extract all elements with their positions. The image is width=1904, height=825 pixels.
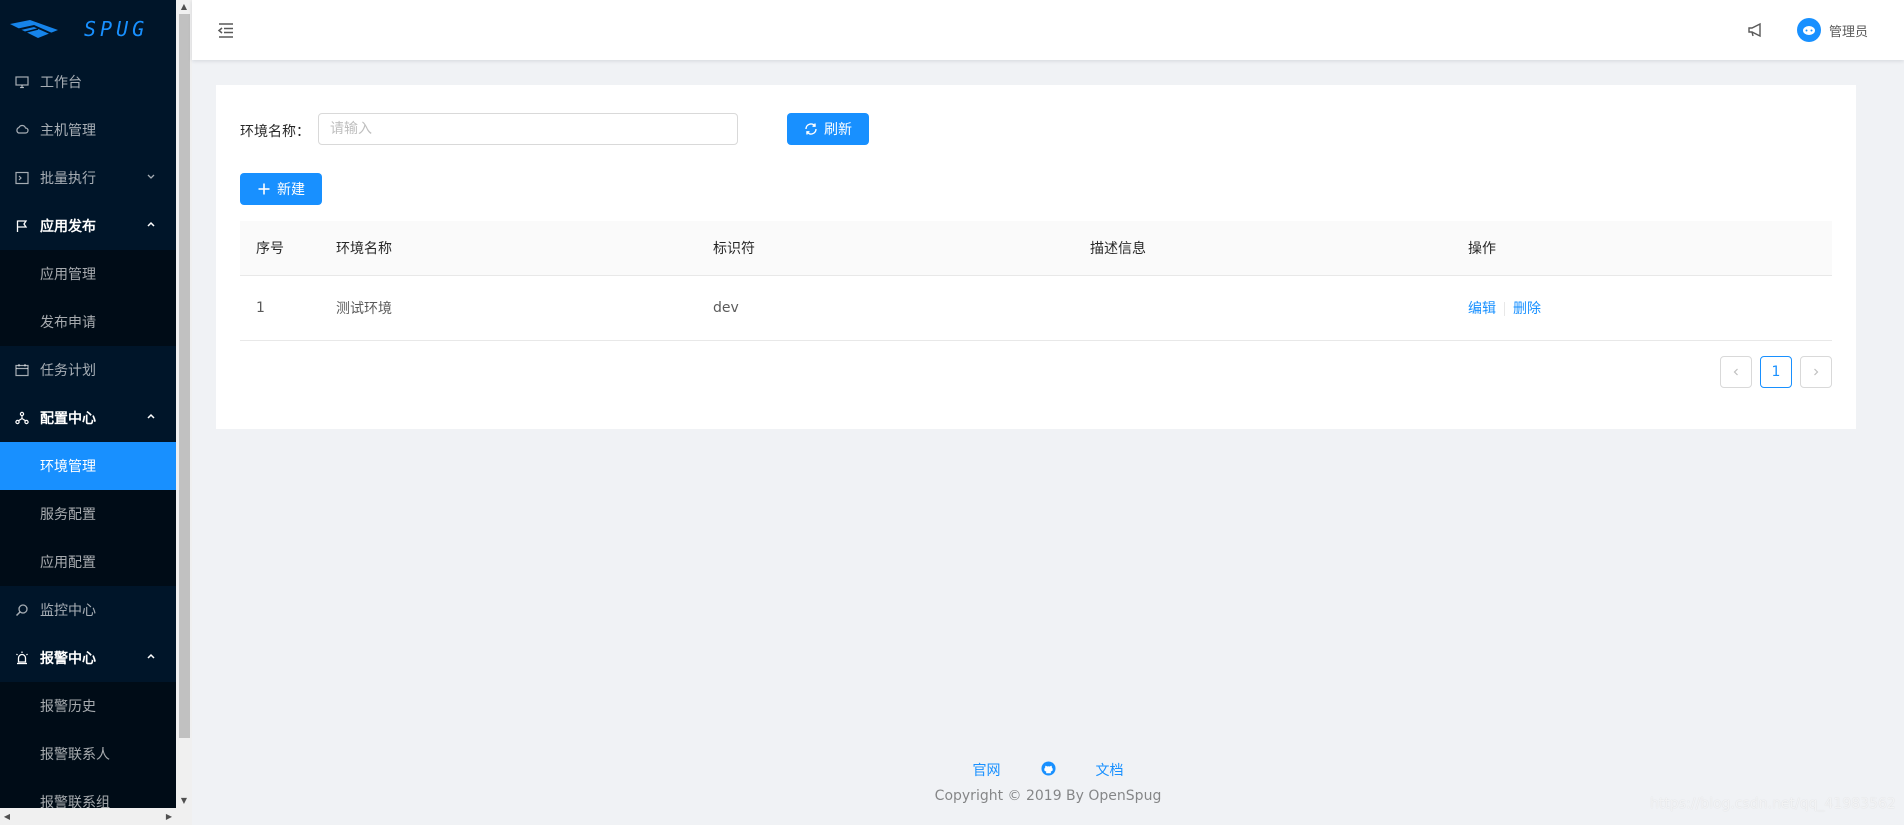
- sidebar-item-label: 环境管理: [40, 459, 96, 475]
- submenu-config-center: 环境管理 服务配置 应用配置: [0, 442, 176, 586]
- sidebar-item-label: 主机管理: [40, 123, 96, 139]
- sidebar-horizontal-scrollbar[interactable]: ◀ ▶: [0, 808, 176, 825]
- scroll-down-arrow-icon[interactable]: ▼: [176, 794, 192, 808]
- avatar: [1797, 18, 1821, 42]
- code-icon: [14, 170, 30, 186]
- column-header-desc: 描述信息: [1090, 241, 1146, 257]
- plus-icon: [258, 183, 270, 195]
- chevron-right-icon[interactable]: [1800, 356, 1832, 388]
- chevron-up-icon: [146, 220, 156, 233]
- chevron-up-icon: [146, 412, 156, 425]
- sidebar-item-app-release[interactable]: 应用发布: [0, 202, 176, 250]
- cell-actions: 编辑 删除: [1452, 298, 1832, 318]
- sidebar-vertical-scrollbar[interactable]: ▲ ▼: [176, 0, 192, 825]
- cell-key: dev: [713, 300, 739, 316]
- column-header-actions: 操作: [1468, 241, 1496, 257]
- footer-links: 官网 文档: [192, 760, 1904, 780]
- schedule-icon: [14, 362, 30, 378]
- cell-index: 1: [256, 300, 265, 316]
- submenu-app-release: 应用管理 发布申请: [0, 250, 176, 346]
- copyright-text: Copyright © 2019 By OpenSpug: [934, 788, 1162, 804]
- sidebar-item-label: 发布申请: [40, 315, 96, 331]
- sidebar-item-workbench[interactable]: 工作台: [0, 58, 176, 106]
- column-header-index: 序号: [256, 241, 284, 257]
- cloud-server-icon: [14, 122, 30, 138]
- sidebar-item-app-manage[interactable]: 应用管理: [0, 250, 176, 298]
- notification-icon[interactable]: [1747, 21, 1767, 41]
- sidebar-item-label: 配置中心: [40, 411, 96, 427]
- sidebar-item-label: 报警历史: [40, 699, 96, 715]
- sidebar-item-service-config[interactable]: 服务配置: [0, 490, 176, 538]
- scroll-up-arrow-icon[interactable]: ▲: [176, 0, 192, 14]
- submenu-alarm-center: 报警历史 报警联系人 报警联系组: [0, 682, 176, 825]
- sidebar: SPUG 工作台 主机管理 批量执行 应用发布 应用管理 发布申请 任务计划 配…: [0, 0, 176, 825]
- refresh-button-label: 刷新: [824, 122, 852, 138]
- sidebar-item-monitor[interactable]: 监控中心: [0, 586, 176, 634]
- sidebar-item-label: 报警中心: [40, 651, 96, 667]
- action-divider: [1504, 302, 1505, 316]
- deployment-unit-icon: [14, 410, 30, 426]
- logo-text: SPUG: [84, 17, 149, 41]
- env-name-search-input[interactable]: [318, 113, 738, 145]
- content-card: 环境名称： 刷新 新建 序号 环境名称 标识符 描述信息 操作 1 测试环境 d…: [216, 85, 1856, 429]
- sidebar-item-config-center[interactable]: 配置中心: [0, 394, 176, 442]
- sync-icon: [805, 123, 817, 135]
- sidebar-item-label: 监控中心: [40, 603, 96, 619]
- desktop-icon: [14, 74, 30, 90]
- sidebar-item-hosts[interactable]: 主机管理: [0, 106, 176, 154]
- env-table: 序号 环境名称 标识符 描述信息 操作 1 测试环境 dev 编辑 删除: [240, 221, 1832, 341]
- watermark-text: https://blog.csdn.net/qq_41983562: [1650, 796, 1896, 812]
- table-row: 1 测试环境 dev 编辑 删除: [240, 276, 1832, 341]
- chevron-down-icon: [146, 172, 156, 185]
- pagination-prev[interactable]: [1720, 356, 1752, 388]
- sidebar-item-alarm-center[interactable]: 报警中心: [0, 634, 176, 682]
- sidebar-item-label: 应用发布: [40, 219, 96, 235]
- sidebar-item-label: 应用配置: [40, 555, 96, 571]
- sidebar-item-app-config[interactable]: 应用配置: [0, 538, 176, 586]
- pagination-next[interactable]: [1800, 356, 1832, 388]
- delete-link[interactable]: 删除: [1513, 301, 1541, 317]
- scroll-right-arrow-icon[interactable]: ▶: [162, 808, 176, 825]
- monitor-search-icon: [14, 602, 30, 618]
- column-header-key: 标识符: [713, 241, 755, 257]
- refresh-button[interactable]: 刷新: [787, 113, 869, 145]
- menu-fold-icon[interactable]: [216, 20, 236, 40]
- chevron-left-icon[interactable]: [1720, 356, 1752, 388]
- sidebar-item-label: 报警联系人: [40, 747, 110, 763]
- sidebar-item-label: 批量执行: [40, 171, 96, 187]
- sidebar-item-label: 工作台: [40, 75, 82, 91]
- top-header: 管理员: [192, 0, 1904, 60]
- cell-name: 测试环境: [336, 301, 392, 317]
- column-header-name: 环境名称: [336, 241, 392, 257]
- user-menu[interactable]: 管理员: [1797, 18, 1868, 42]
- github-icon[interactable]: [1040, 760, 1056, 780]
- sidebar-item-label: 服务配置: [40, 507, 96, 523]
- page-number[interactable]: 1: [1760, 356, 1792, 388]
- sidebar-item-schedule[interactable]: 任务计划: [0, 346, 176, 394]
- sidebar-item-alarm-history[interactable]: 报警历史: [0, 682, 176, 730]
- scrollbar-thumb[interactable]: [179, 14, 190, 738]
- edit-link[interactable]: 编辑: [1468, 301, 1496, 317]
- sidebar-item-env-manage[interactable]: 环境管理: [0, 442, 176, 490]
- sidebar-item-label: 应用管理: [40, 267, 96, 283]
- new-button[interactable]: 新建: [240, 173, 322, 205]
- scroll-left-arrow-icon[interactable]: ◀: [0, 808, 14, 825]
- footer-docs-link[interactable]: 文档: [1096, 760, 1124, 780]
- user-name: 管理员: [1829, 24, 1869, 40]
- new-button-label: 新建: [277, 182, 305, 198]
- alert-icon: [14, 650, 30, 666]
- chevron-up-icon: [146, 652, 156, 665]
- sidebar-item-batch-exec[interactable]: 批量执行: [0, 154, 176, 202]
- table-header: 序号 环境名称 标识符 描述信息 操作: [240, 221, 1832, 276]
- sidebar-item-release-request[interactable]: 发布申请: [0, 298, 176, 346]
- flag-icon: [14, 218, 30, 234]
- logo[interactable]: SPUG: [0, 0, 176, 58]
- sidebar-item-alarm-contacts[interactable]: 报警联系人: [0, 730, 176, 778]
- footer-website-link[interactable]: 官网: [973, 760, 1001, 780]
- env-name-label: 环境名称：: [240, 124, 310, 140]
- sidebar-item-label: 任务计划: [40, 363, 96, 379]
- pagination-page[interactable]: 1: [1760, 356, 1792, 388]
- spug-logo-icon: [10, 20, 58, 38]
